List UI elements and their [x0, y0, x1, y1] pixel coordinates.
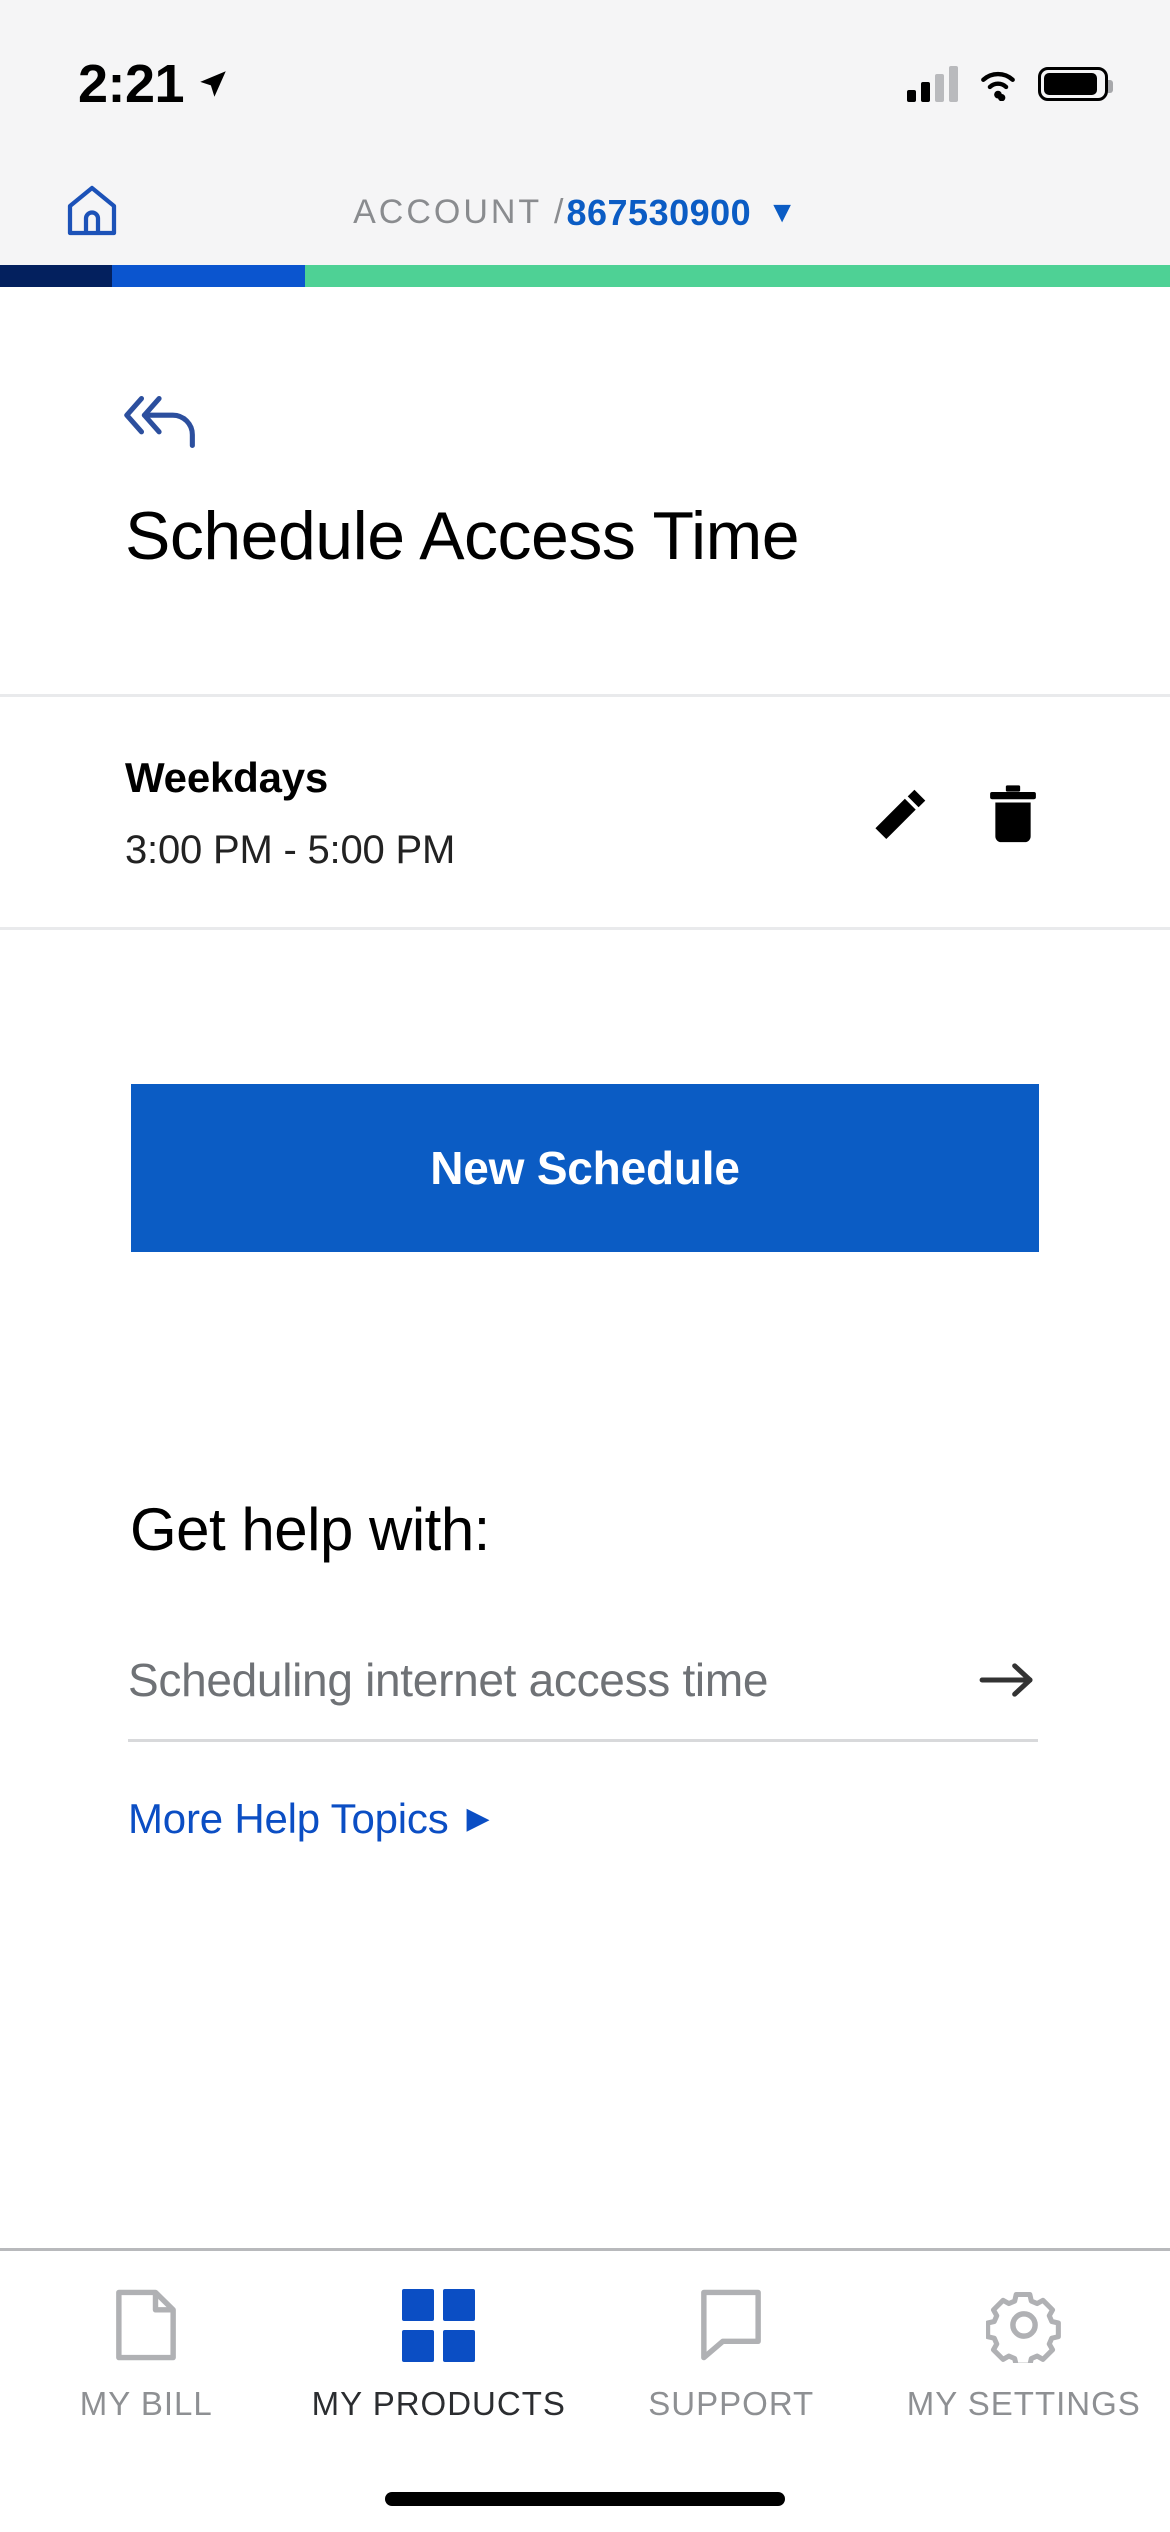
location-arrow-icon [200, 71, 226, 97]
status-bar-left: 2:21 [78, 53, 230, 115]
page-title: Schedule Access Time [125, 498, 800, 574]
speech-bubble-icon [695, 2287, 767, 2363]
account-label: ACCOUNT / [353, 193, 567, 231]
status-bar: 2:21 [0, 0, 1170, 160]
account-header: ACCOUNT / 867530900 ▼ [0, 160, 1170, 265]
back-button[interactable] [118, 387, 208, 457]
chevron-down-icon[interactable]: ▼ [767, 197, 797, 228]
edit-schedule-button[interactable] [870, 783, 932, 845]
battery-icon [1038, 67, 1113, 101]
document-icon [110, 2287, 182, 2363]
account-number: 867530900 [566, 191, 752, 233]
help-topic-row[interactable]: Scheduling internet access time [128, 1620, 1038, 1742]
grid-icon [402, 2288, 476, 2362]
home-button[interactable] [62, 180, 122, 245]
more-help-topics-link[interactable]: More Help Topics ▶ [128, 1795, 490, 1843]
status-bar-right [907, 66, 1113, 102]
bottom-navigation: MY BILL MY PRODUCTS SUPPORT MY SETTINGS [0, 2248, 1170, 2532]
color-bar-segment-green [305, 265, 1170, 287]
wifi-icon [981, 71, 1015, 101]
schedule-item-actions [870, 783, 1042, 845]
pencil-icon [875, 789, 926, 839]
schedule-days-label: Weekdays [125, 754, 329, 801]
schedule-list-item: Weekdays 3:00 PM - 5:00 PM [0, 700, 1170, 930]
nav-item-my-settings[interactable]: MY SETTINGS [878, 2287, 1170, 2423]
schedule-time-range: 3:00 PM - 5:00 PM [125, 828, 456, 872]
new-schedule-button[interactable]: New Schedule [131, 1084, 1039, 1252]
nav-item-support[interactable]: SUPPORT [585, 2287, 878, 2423]
page-title-section: Schedule Access Time [0, 287, 1170, 697]
nav-label-my-settings: MY SETTINGS [906, 2385, 1141, 2422]
nav-item-my-bill[interactable]: MY BILL [0, 2287, 293, 2423]
brand-color-bar [0, 265, 1170, 287]
color-bar-segment-navy [0, 265, 112, 287]
gear-icon [985, 2287, 1062, 2363]
back-arrow-icon [124, 395, 195, 449]
home-indicator[interactable] [385, 2492, 785, 2506]
nav-label-support: SUPPORT [648, 2385, 815, 2422]
schedule-item-info: Weekdays 3:00 PM - 5:00 PM [125, 754, 870, 873]
nav-label-my-bill: MY BILL [79, 2385, 213, 2422]
arrow-right-icon [979, 1662, 1033, 1697]
cellular-signal-icon [907, 66, 958, 102]
home-icon [67, 185, 117, 235]
clock-time: 2:21 [78, 54, 185, 114]
nav-label-my-products: MY PRODUCTS [311, 2385, 566, 2422]
nav-item-my-products[interactable]: MY PRODUCTS [293, 2287, 586, 2423]
account-selector[interactable]: ACCOUNT / 867530900 ▼ [0, 192, 1160, 234]
color-bar-segment-blue [112, 265, 305, 287]
trash-icon [990, 784, 1036, 842]
delete-schedule-button[interactable] [984, 783, 1042, 845]
more-help-topics-label: More Help Topics [128, 1795, 449, 1842]
help-topic-label: Scheduling internet access time [128, 1653, 769, 1706]
triangle-right-icon: ▶ [466, 1802, 490, 1835]
get-help-heading: Get help with: [130, 1496, 490, 1563]
app-screen: 2:21 ACCOUNT / 867530900 ▼ Schedule Acce… [0, 0, 1170, 2532]
